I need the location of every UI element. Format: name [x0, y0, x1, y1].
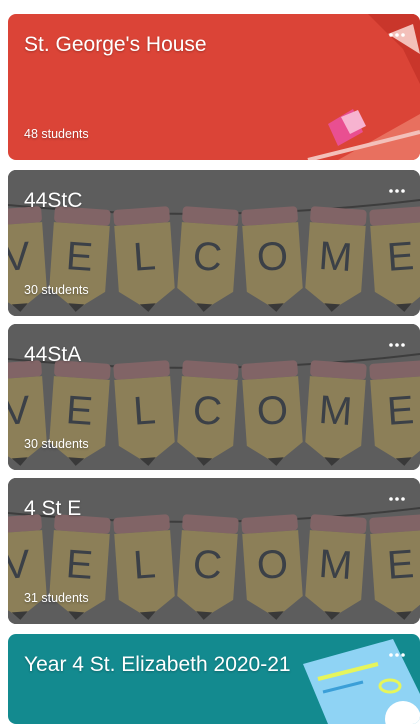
class-title[interactable]: 44StC — [24, 188, 82, 214]
class-title[interactable]: Year 4 St. Elizabeth 2020-21 — [24, 652, 291, 678]
more-horiz-icon[interactable] — [388, 184, 406, 198]
class-card-44stc[interactable]: VELCOME 44StC 30 students — [8, 170, 420, 316]
more-horiz-icon[interactable] — [388, 338, 406, 352]
more-horiz-icon[interactable] — [388, 492, 406, 506]
class-card-44sta[interactable]: VELCOME 44StA 30 students — [8, 324, 420, 470]
class-card-4-st-e[interactable]: VELCOME 4 St E 31 students — [8, 478, 420, 624]
card-decoration-illustration — [303, 639, 420, 724]
class-title[interactable]: 44StA — [24, 342, 81, 368]
class-card-st-georges-house[interactable]: St. George's House 48 students — [8, 14, 420, 160]
student-count: 31 students — [24, 591, 89, 605]
student-count: 48 students — [24, 127, 89, 141]
class-card-year-4-st-elizabeth[interactable]: Year 4 St. Elizabeth 2020-21 — [8, 634, 420, 724]
student-count: 30 students — [24, 283, 89, 297]
more-horiz-icon[interactable] — [388, 28, 406, 42]
class-title[interactable]: 4 St E — [24, 496, 81, 522]
more-horiz-icon[interactable] — [388, 648, 406, 662]
student-count: 30 students — [24, 437, 89, 451]
class-title[interactable]: St. George's House — [24, 32, 207, 58]
